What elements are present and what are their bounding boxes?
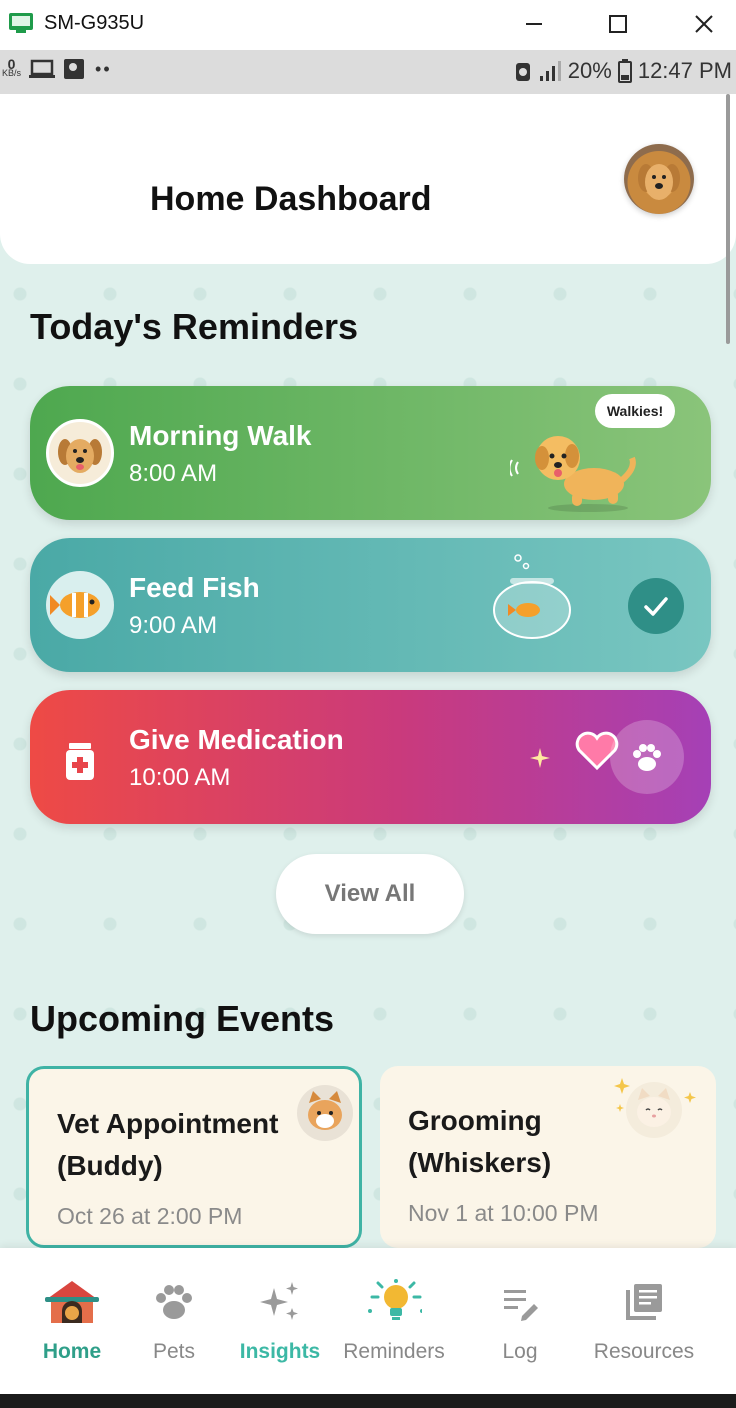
sparkles-icon xyxy=(614,1078,696,1112)
nav-item-home[interactable]: Home xyxy=(30,1248,114,1394)
event-card-grooming[interactable]: Grooming (Whiskers) Nov 1 at 10:00 PM xyxy=(380,1066,716,1248)
nav-label: Home xyxy=(42,1340,102,1363)
dog-thumbnail xyxy=(46,419,114,487)
maximize-icon xyxy=(609,15,627,33)
window-titlebar: SM-G935U xyxy=(0,0,736,50)
view-all-button[interactable]: View All xyxy=(276,854,464,934)
lightbulb-icon xyxy=(368,1279,422,1320)
reminder-name: Give Medication xyxy=(129,724,344,755)
event-name: Vet Appointment (Buddy) xyxy=(57,1108,279,1181)
paw-button[interactable] xyxy=(610,720,684,794)
reminder-name: Morning Walk xyxy=(129,420,312,451)
running-puppy-icon xyxy=(510,436,636,512)
event-date: Oct 26 at 2:00 PM xyxy=(57,1203,243,1229)
minimize-icon xyxy=(526,23,542,25)
reminder-card-morning-walk[interactable]: Morning Walk 8:00 AM Walkies! xyxy=(30,386,711,520)
golden-retriever-avatar-icon xyxy=(638,164,680,200)
close-button[interactable] xyxy=(684,8,724,40)
app-icon xyxy=(9,13,33,33)
nav-item-pets[interactable]: Pets xyxy=(134,1248,214,1394)
scrollbar[interactable] xyxy=(726,94,730,344)
edit-list-icon xyxy=(504,1290,538,1321)
window-title: SM-G935U xyxy=(44,12,145,34)
reminder-time: 8:00 AM xyxy=(129,460,218,487)
nav-label: Log xyxy=(502,1340,538,1363)
reminder-name: Feed Fish xyxy=(129,572,260,603)
fish-thumbnail xyxy=(46,571,114,639)
sparkles-icon xyxy=(260,1282,298,1320)
sparkle-icon xyxy=(530,748,550,768)
nav-item-reminders[interactable]: Reminders xyxy=(338,1248,450,1394)
nav-item-resources[interactable]: Resources xyxy=(586,1248,702,1394)
paw-icon xyxy=(633,744,661,771)
minimize-button[interactable] xyxy=(514,8,554,40)
app-screen[interactable]: Home Dashboard Today's Reminders Morning… xyxy=(0,94,736,1394)
cat-face-icon xyxy=(308,1091,342,1130)
fishbowl-icon xyxy=(493,554,571,639)
nav-item-insights[interactable]: Insights xyxy=(236,1248,324,1394)
medicine-bottle-icon xyxy=(66,743,94,780)
reminders-heading: Today's Reminders xyxy=(30,306,358,347)
close-icon xyxy=(695,15,713,33)
reminder-time: 9:00 AM xyxy=(129,612,218,639)
laptop-icon xyxy=(29,59,56,78)
avatar[interactable] xyxy=(624,144,694,214)
system-navigation-strip xyxy=(0,1394,736,1408)
page-title: Home Dashboard xyxy=(150,180,432,218)
reminder-card-give-medication[interactable]: Give Medication 10:00 AM xyxy=(30,690,711,824)
screenshot-icon xyxy=(64,59,85,79)
status-bar: 0 KB/s •• 20% 12:47 PM xyxy=(0,50,736,94)
complete-check-button[interactable] xyxy=(628,578,684,634)
dog-face-icon xyxy=(58,439,102,473)
network-speed: 0 KB/s xyxy=(2,56,22,78)
nav-label: Resources xyxy=(593,1340,695,1363)
maximize-button[interactable] xyxy=(598,8,638,40)
bottom-navigation: Home Pets Insights Reminders Log Resourc… xyxy=(0,1248,736,1394)
more-notifications-icon: •• xyxy=(95,58,112,79)
signal-icon xyxy=(539,61,561,81)
reminder-time: 10:00 AM xyxy=(129,764,231,791)
doghouse-icon xyxy=(45,1281,99,1323)
checkmark-icon xyxy=(644,597,668,616)
events-heading: Upcoming Events xyxy=(30,998,335,1039)
paw-icon xyxy=(156,1285,192,1319)
event-name: Grooming (Whiskers) xyxy=(408,1105,552,1178)
app-header: Home Dashboard xyxy=(0,94,736,264)
clock: 12:47 PM xyxy=(637,58,732,83)
alarm-icon xyxy=(515,63,530,81)
nav-label: Insights xyxy=(239,1340,321,1363)
event-date: Nov 1 at 10:00 PM xyxy=(408,1200,599,1226)
nav-label: Reminders xyxy=(343,1340,445,1363)
library-icon xyxy=(626,1284,662,1320)
event-card-vet-appointment[interactable]: Vet Appointment (Buddy) Oct 26 at 2:00 P… xyxy=(26,1066,362,1248)
nav-label: Pets xyxy=(152,1340,196,1363)
clownfish-icon xyxy=(50,592,100,618)
medication-thumbnail xyxy=(46,723,114,791)
battery-icon xyxy=(617,59,632,83)
battery-percent: 20% xyxy=(567,58,612,83)
nav-item-log[interactable]: Log xyxy=(480,1248,560,1394)
reminder-card-feed-fish[interactable]: Feed Fish 9:00 AM xyxy=(30,538,711,672)
cat-thumbnail xyxy=(297,1085,353,1141)
